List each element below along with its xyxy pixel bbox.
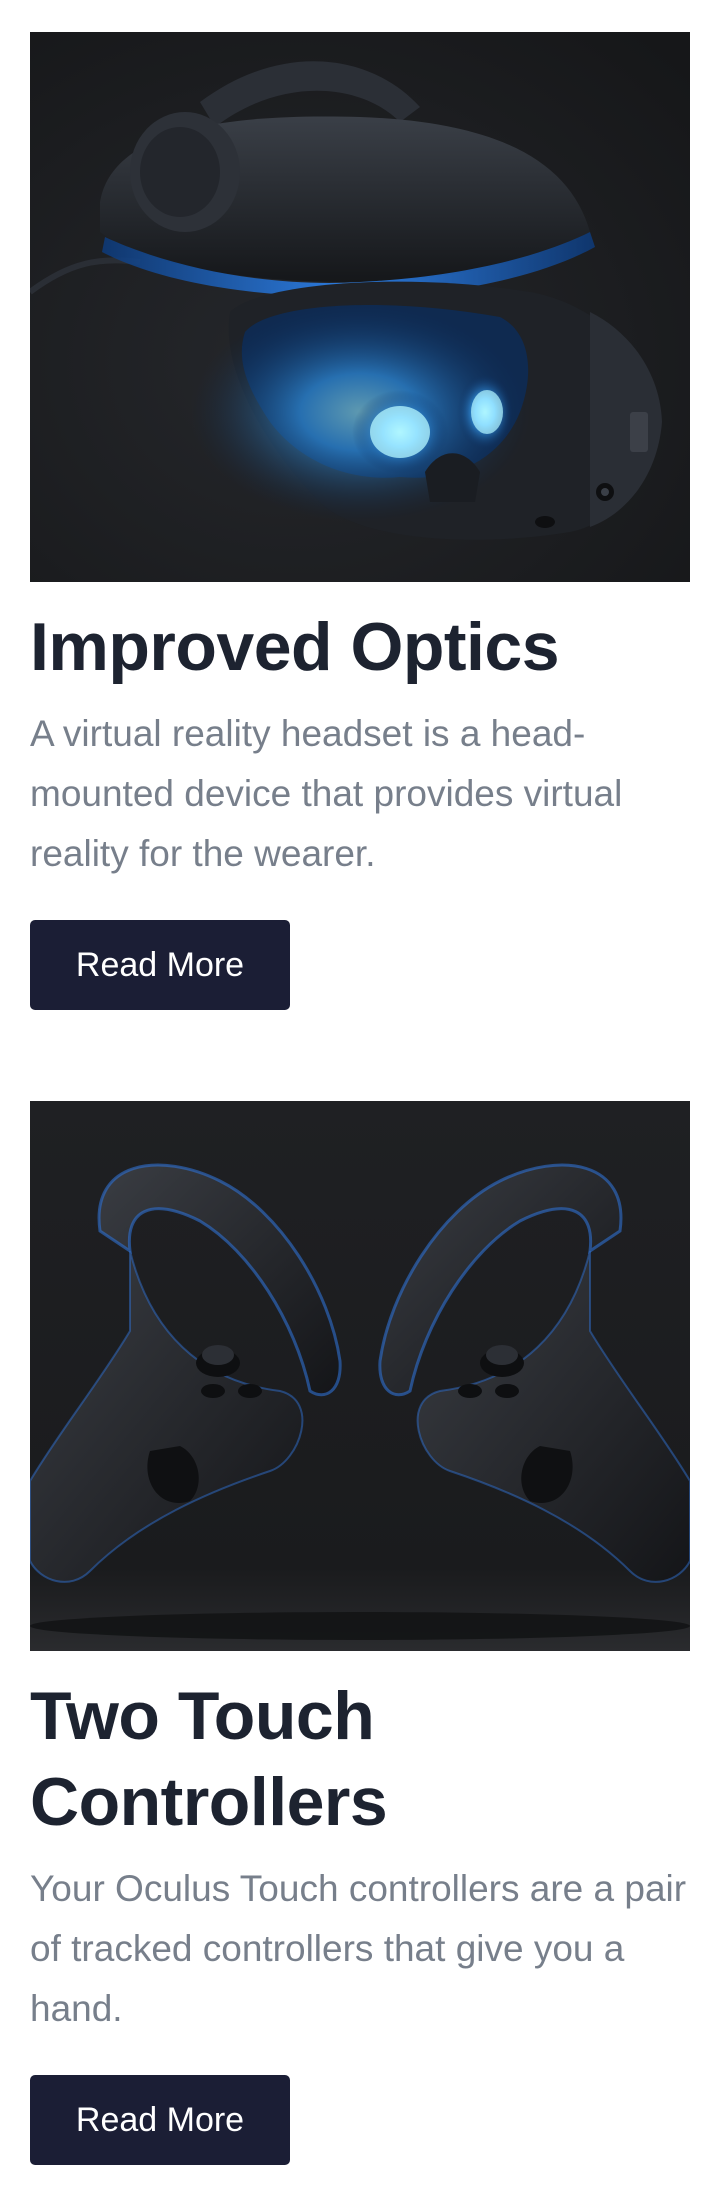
touch-controllers-image [30,1101,690,1651]
card-description: A virtual reality headset is a head-moun… [30,713,623,874]
card-description: Your Oculus Touch controllers are a pair… [30,1868,687,2029]
headset-illustration [30,32,690,582]
read-more-button[interactable]: Read More [30,2075,290,2165]
feature-card-optics: Improved Optics A virtual reality headse… [30,32,690,1010]
read-more-button[interactable]: Read More [30,920,290,1010]
vr-headset-image [30,32,690,582]
controllers-illustration [30,1101,690,1651]
feature-card-controllers: Two Touch Controllers Your Oculus Touch … [30,1101,690,2165]
card-title: Two Touch Controllers [30,1678,388,1840]
card-title: Improved Optics [30,609,560,685]
